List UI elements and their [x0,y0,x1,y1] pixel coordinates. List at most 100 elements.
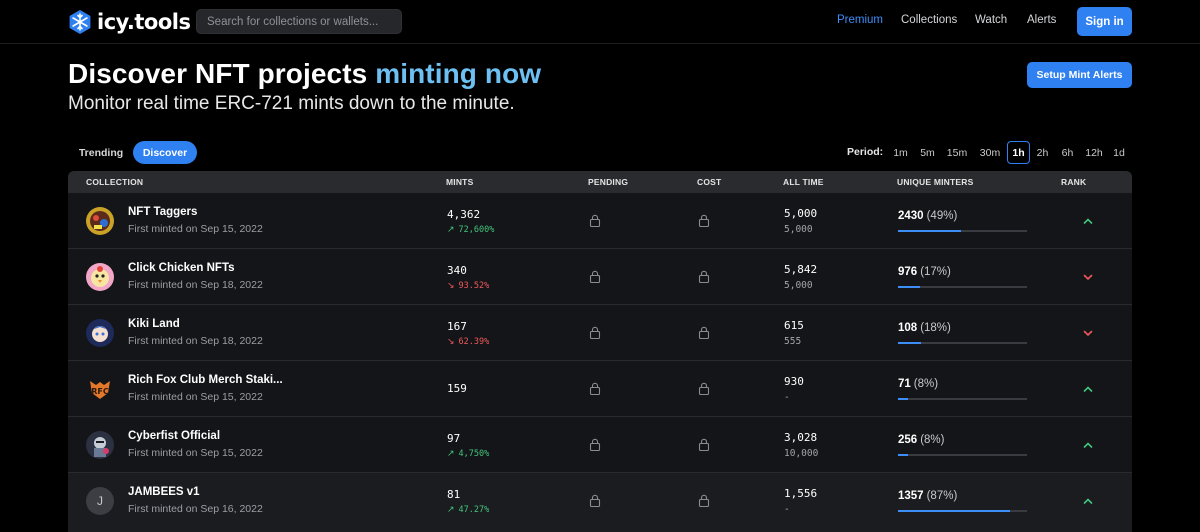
first-minted: First minted on Sep 16, 2022 [128,503,263,515]
lock-icon [589,438,601,451]
unique-minters-bar-fill [898,230,962,232]
unique-minters-bar [898,454,1027,456]
tab-discover[interactable]: Discover [133,141,197,164]
collection-name[interactable]: Rich Fox Club Merch Staki... [128,374,283,386]
nav-alerts-link[interactable]: Alerts [1027,14,1056,26]
period-5m[interactable]: 5m [916,141,939,164]
arrow-down-right-icon: ↘ [447,337,455,347]
page-title-main: Discover NFT projects [68,58,368,89]
lock-icon [698,326,710,339]
table-row[interactable]: RFC Rich Fox Club Merch Staki... First m… [68,361,1132,417]
all-time-supply: 10,000 [784,448,819,459]
header-all-time[interactable]: ALL TIME [783,177,824,187]
unique-minters-bar [898,510,1027,512]
collection-name[interactable]: Cyberfist Official [128,430,220,442]
header-mints[interactable]: MINTS [446,177,473,187]
first-minted: First minted on Sep 15, 2022 [128,447,263,459]
unique-minters-bar-fill [898,342,922,344]
all-time-value: 615 [784,319,804,332]
header-unique-minters[interactable]: UNIQUE MINTERS [897,177,973,187]
lock-icon [589,494,601,507]
tab-trending[interactable]: Trending [68,141,134,164]
nav-collections-link[interactable]: Collections [901,14,957,26]
header-pending[interactable]: PENDING [588,177,628,187]
nav-watch-link[interactable]: Watch [975,14,1007,26]
sign-in-button[interactable]: Sign in [1077,7,1132,36]
arrow-up-right-icon: ↗ [447,505,455,515]
fox-avatar: RFC [86,375,114,403]
unique-minters-count: 976 [898,266,918,278]
lock-icon [589,326,601,339]
logo-text: icy.tools [97,10,191,34]
setup-mint-alerts-button[interactable]: Setup Mint Alerts [1027,62,1132,88]
all-time-supply: - [784,504,790,515]
all-time-supply: 5,000 [784,224,813,235]
header-cost[interactable]: COST [697,177,721,187]
unique-minters-bar [898,286,1027,288]
top-nav: icy.tools Premium Collections Watch Aler… [0,0,1200,44]
mints-value: 97 [447,432,461,445]
header-rank[interactable]: RANK [1061,177,1086,187]
unique-minters-bar [898,230,1027,232]
mints-value: 4,362 [447,208,481,221]
all-time-supply: 555 [784,336,802,347]
period-1m[interactable]: 1m [890,141,911,164]
unique-minters: 71 (8%) [898,378,938,390]
nav-premium-link[interactable]: Premium [837,14,883,26]
page-title-accent: minting now [375,58,542,89]
table-row[interactable]: J JAMBEES v1 First minted on Sep 16, 202… [68,473,1132,532]
rank-up-icon [1081,438,1095,452]
header-collection[interactable]: COLLECTION [86,177,143,187]
collection-name[interactable]: Kiki Land [128,318,180,330]
lock-icon [589,214,601,227]
unique-minters: 108 (18%) [898,322,951,334]
period-15m[interactable]: 15m [944,141,970,164]
unique-minters-percent: (8%) [913,378,939,390]
search-input[interactable] [196,9,402,34]
period-1d[interactable]: 1d [1110,141,1128,164]
mints-change: ↗ 47.27% [447,505,489,515]
unique-minters-bar-fill [898,454,909,456]
collection-name[interactable]: JAMBEES v1 [128,486,200,498]
mints-change: ↗ 4,750% [447,449,489,459]
unique-minters-percent: (87%) [926,490,958,502]
mints-change: ↘ 62.39% [447,337,489,347]
unique-minters-count: 71 [898,378,911,390]
chicken-avatar [86,263,114,291]
collection-name[interactable]: Click Chicken NFTs [128,262,235,274]
unique-minters-percent: (18%) [920,322,951,334]
first-minted: First minted on Sep 18, 2022 [128,279,263,291]
avatar-placeholder: J [86,487,114,515]
logo[interactable]: icy.tools [67,8,191,36]
all-time-value: 5,000 [784,207,818,220]
snowflake-logo-icon [69,10,91,34]
period-1h[interactable]: 1h [1007,141,1030,164]
all-time-value: 3,028 [784,431,818,444]
mints-change-value: 47.27% [458,505,490,515]
mints-value: 159 [447,382,467,395]
mints-change-value: 4,750% [458,449,490,459]
collection-name[interactable]: NFT Taggers [128,206,197,218]
lock-icon [698,270,710,283]
table-row[interactable]: Kiki Land First minted on Sep 18, 2022 1… [68,305,1132,361]
table-row[interactable]: Cyberfist Official First minted on Sep 1… [68,417,1132,473]
arrow-down-right-icon: ↘ [447,281,455,291]
all-time-value: 1,556 [784,487,818,500]
unique-minters-count: 1357 [898,490,924,502]
unique-minters-bar-fill [898,286,920,288]
period-30m[interactable]: 30m [976,141,1004,164]
period-6h[interactable]: 6h [1057,141,1078,164]
table-row[interactable]: NFT Taggers First minted on Sep 15, 2022… [68,193,1132,249]
period-12h[interactable]: 12h [1082,141,1106,164]
unique-minters: 1357 (87%) [898,490,957,502]
unique-minters-percent: (17%) [920,266,951,278]
table-row[interactable]: Click Chicken NFTs First minted on Sep 1… [68,249,1132,305]
first-minted: First minted on Sep 15, 2022 [128,223,263,235]
period-2h[interactable]: 2h [1032,141,1053,164]
unique-minters-bar-fill [898,398,909,400]
lock-icon [589,382,601,395]
first-minted: First minted on Sep 15, 2022 [128,391,263,403]
page-title: Discover NFT projects minting now [68,58,541,90]
table-header: COLLECTION MINTS PENDING COST ALL TIME U… [68,171,1132,193]
mints-change-value: 72,600% [458,225,495,235]
